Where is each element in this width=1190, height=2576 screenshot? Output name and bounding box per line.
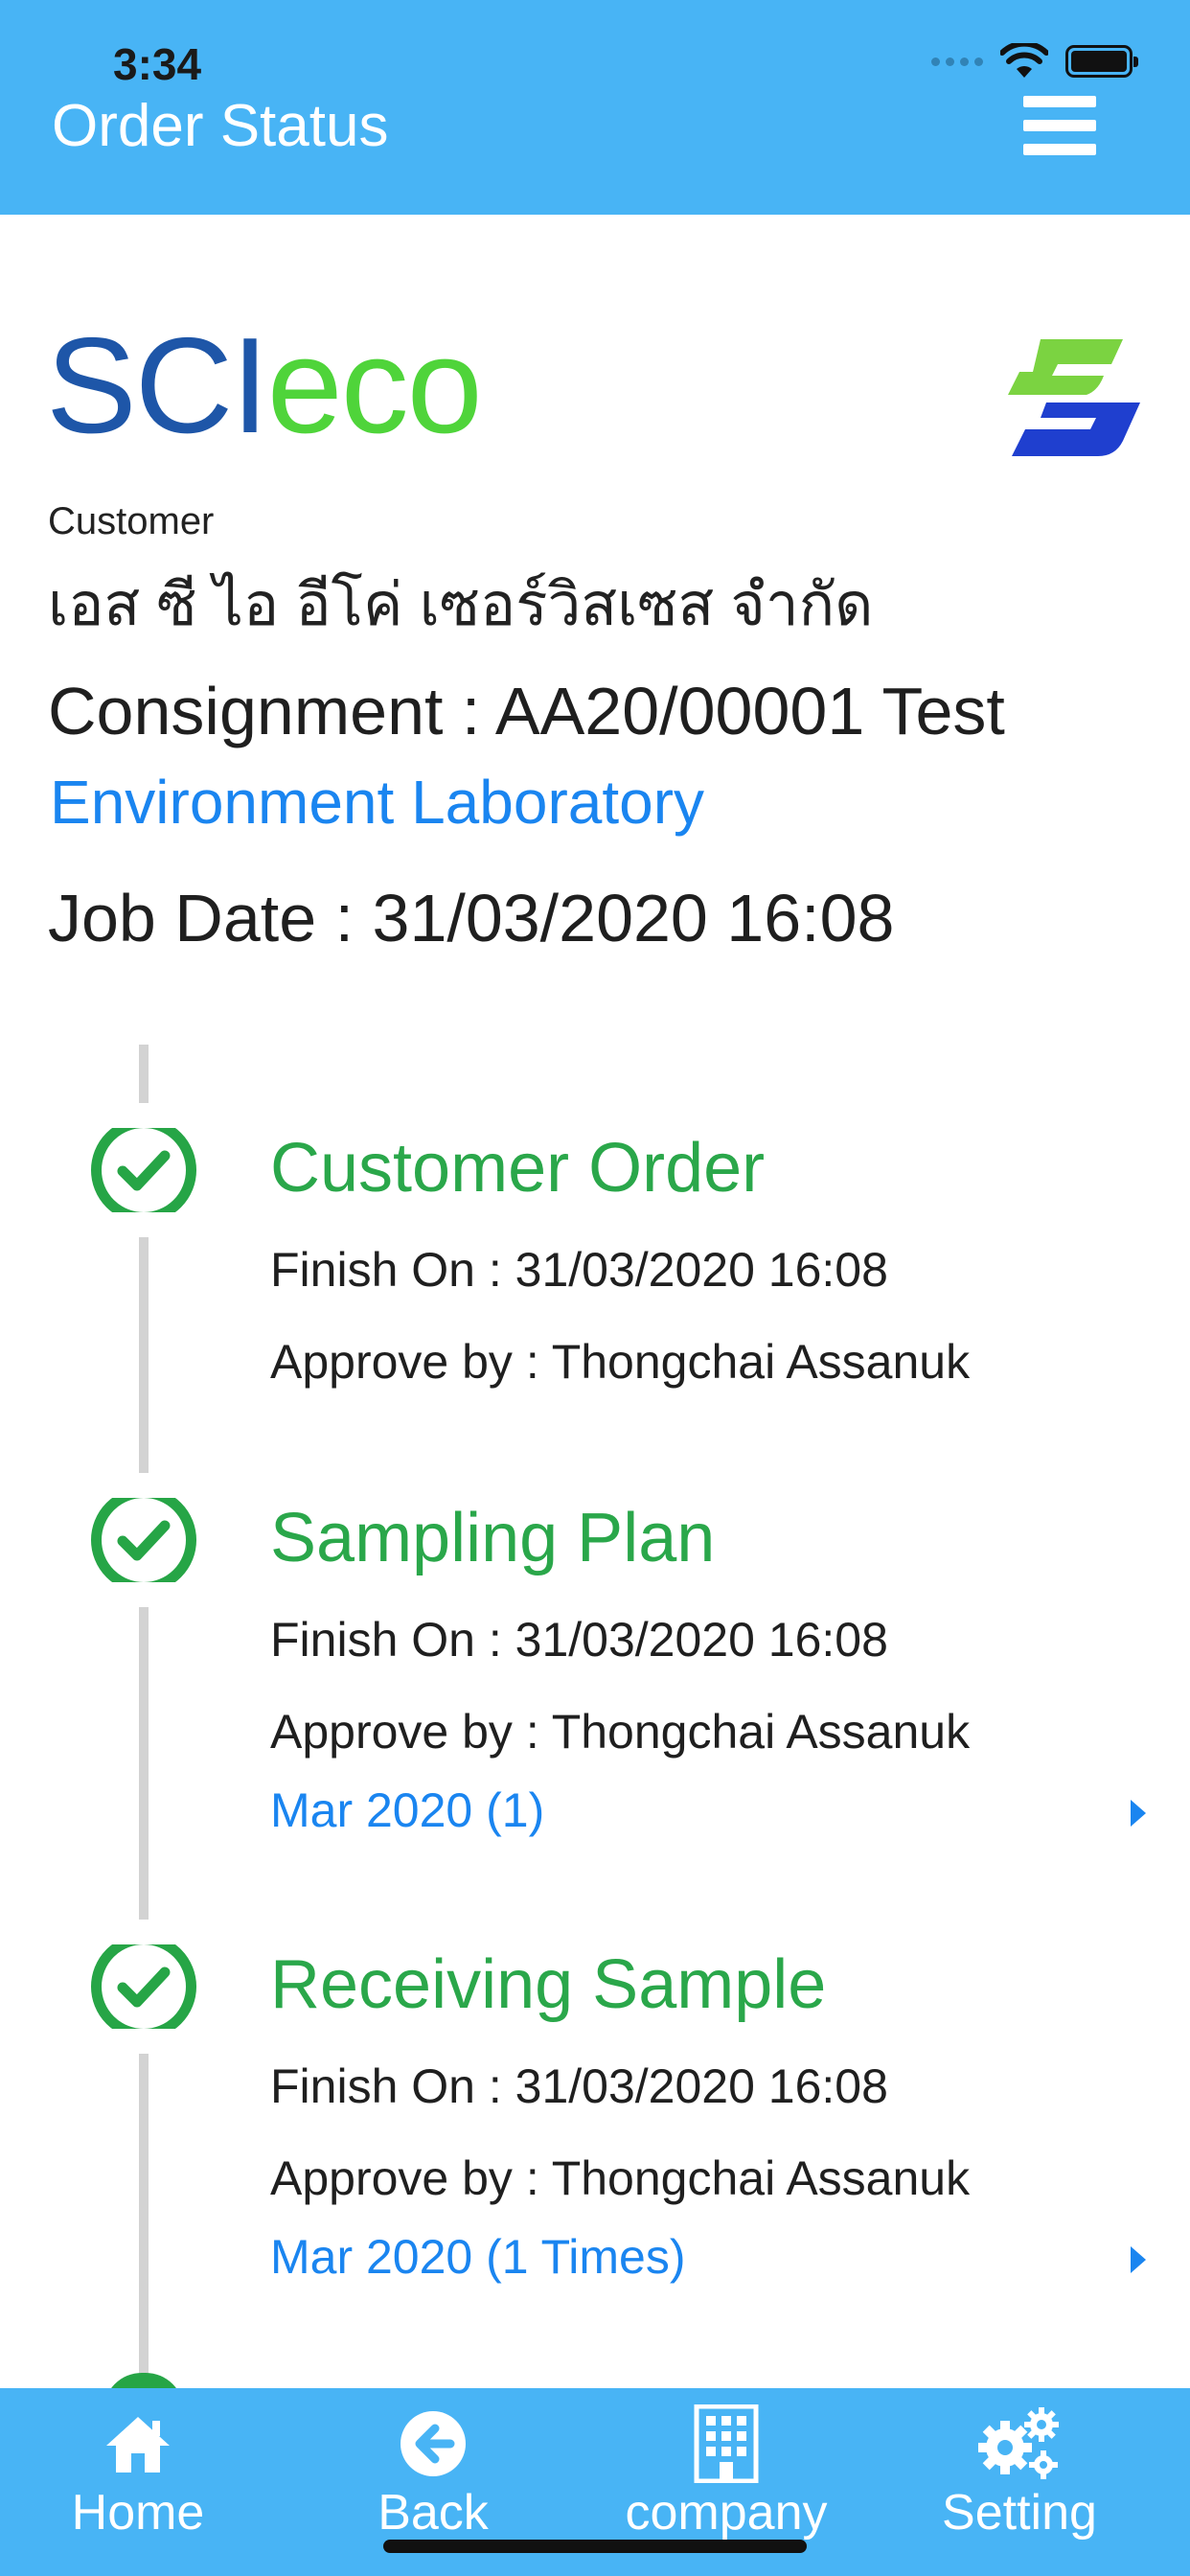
tab-home[interactable]: Home xyxy=(42,2388,234,2576)
step-approver: Approve by : Thongchai Assanuk xyxy=(270,2151,971,2205)
battery-icon xyxy=(1065,45,1138,78)
status-icons xyxy=(931,42,1138,80)
step-finish-time: Finish On : 31/03/2020 16:08 xyxy=(270,2059,888,2113)
building-icon xyxy=(693,2404,760,2483)
signal-icon xyxy=(931,57,983,66)
step-finish-time: Finish On : 31/03/2020 16:08 xyxy=(270,1243,888,1297)
page-title: Order Status xyxy=(52,93,389,159)
check-circle-icon xyxy=(88,1103,213,1237)
chevron-right-icon[interactable] xyxy=(1131,2246,1146,2273)
step-approver: Approve by : Thongchai Assanuk xyxy=(270,1335,971,1389)
step-finish-time: Finish On : 31/03/2020 16:08 xyxy=(270,1613,888,1667)
hamburger-icon xyxy=(1023,96,1096,107)
wifi-icon xyxy=(1000,43,1048,78)
order-status-screen: 3:34 Order Status SCIeco Customer เอส ซี… xyxy=(0,0,1190,2576)
step-title-customer-order: Customer Order xyxy=(270,1130,766,1207)
step-approver: Approve by : Thongchai Assanuk xyxy=(270,1705,971,1759)
laboratory-link[interactable]: Environment Laboratory xyxy=(50,767,704,838)
customer-name: เอส ซี ไอ อีโค่ เซอร์วิสเซส จำกัด xyxy=(48,572,874,638)
scieco-logo: SCIeco xyxy=(46,310,483,462)
back-arrow-icon xyxy=(399,2405,468,2482)
status-time: 3:34 xyxy=(113,39,202,89)
app-header: 3:34 Order Status xyxy=(0,0,1190,215)
home-icon xyxy=(103,2405,173,2482)
step-title-sampling-plan: Sampling Plan xyxy=(270,1500,716,1576)
check-circle-icon xyxy=(88,1473,213,1607)
job-date: Job Date : 31/03/2020 16:08 xyxy=(48,881,895,955)
step-detail-link[interactable]: Mar 2020 (1 Times) xyxy=(270,2229,685,2285)
home-indicator[interactable] xyxy=(383,2540,807,2553)
check-circle-icon xyxy=(88,1920,213,2054)
customer-label: Customer xyxy=(48,500,215,542)
step-detail-link[interactable]: Mar 2020 (1) xyxy=(270,1782,544,1838)
tab-setting[interactable]: Setting xyxy=(924,2388,1115,2576)
chevron-right-icon[interactable] xyxy=(1131,1800,1146,1827)
consignment-number: Consignment : AA20/00001 Test xyxy=(48,674,1005,748)
timeline-line xyxy=(139,1045,149,2386)
gears-icon xyxy=(976,2405,1063,2482)
brand-mark-icon xyxy=(1008,339,1140,456)
menu-button[interactable] xyxy=(1021,90,1098,161)
step-title-receiving-sample: Receiving Sample xyxy=(270,1946,827,2023)
